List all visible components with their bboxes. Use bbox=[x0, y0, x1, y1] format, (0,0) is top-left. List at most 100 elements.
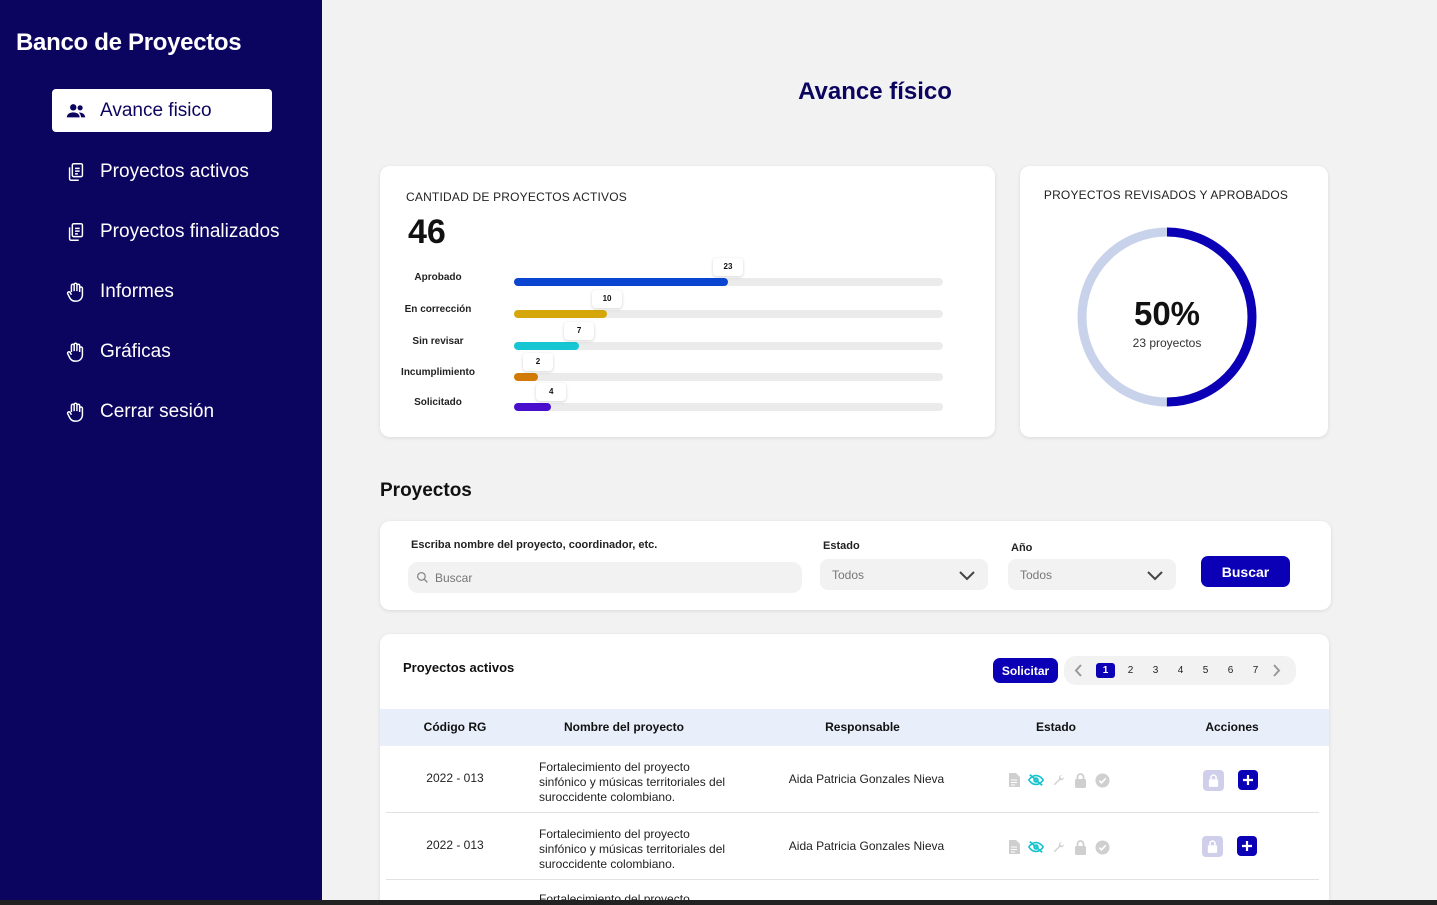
estado-label: Estado bbox=[823, 540, 860, 552]
header-acciones: Acciones bbox=[1205, 720, 1259, 734]
chevron-down-icon bbox=[958, 569, 976, 581]
lock-action-button[interactable] bbox=[1202, 836, 1223, 857]
page-6[interactable]: 6 bbox=[1221, 663, 1240, 678]
projects-table-card: Proyectos activos Solicitar 1 2 3 4 5 6 … bbox=[380, 634, 1329, 905]
bar-track bbox=[515, 342, 943, 350]
pagination: 1 2 3 4 5 6 7 bbox=[1064, 656, 1296, 685]
bar-track bbox=[515, 373, 943, 381]
bar-value-label: 2 bbox=[523, 353, 553, 371]
sidebar-item-informes[interactable]: Informes bbox=[52, 270, 302, 313]
bar-label: En corrección bbox=[404, 304, 472, 315]
bar-label: Solicitado bbox=[414, 397, 462, 408]
active-projects-caption: CANTIDAD DE PROYECTOS ACTIVOS bbox=[406, 190, 627, 204]
search-button[interactable]: Buscar bbox=[1201, 556, 1290, 587]
filters-card: Escriba nombre del proyecto, coordinador… bbox=[380, 521, 1331, 610]
sidebar-item-label: Proyectos activos bbox=[100, 160, 249, 182]
bar-fill bbox=[514, 403, 552, 411]
solicitar-button[interactable]: Solicitar bbox=[993, 658, 1058, 683]
header-responsable: Responsable bbox=[825, 720, 900, 734]
document-icon[interactable] bbox=[1006, 839, 1022, 855]
header-codigo: Código RG bbox=[423, 720, 487, 734]
lock-action-button[interactable] bbox=[1203, 770, 1224, 791]
eye-off-icon[interactable] bbox=[1028, 772, 1044, 788]
row-name: Fortalecimiento del proyecto sinfónico y… bbox=[539, 760, 751, 805]
chevron-right-icon[interactable] bbox=[1269, 661, 1283, 680]
search-input[interactable] bbox=[435, 570, 775, 585]
bar-fill bbox=[514, 373, 538, 381]
sidebar-item-label: Avance fisico bbox=[100, 99, 212, 121]
row-name-line: Fortalecimiento del proyecto bbox=[539, 827, 690, 841]
bar-label: Incumplimiento bbox=[401, 367, 475, 378]
sidebar-item-label: Gráficas bbox=[100, 340, 171, 362]
estado-select[interactable]: Todos bbox=[820, 559, 988, 590]
row-status-icons bbox=[1006, 839, 1110, 855]
search-field[interactable] bbox=[408, 562, 802, 593]
documents-icon bbox=[64, 220, 88, 244]
row-status-icons bbox=[1006, 772, 1110, 788]
add-button[interactable] bbox=[1238, 770, 1258, 790]
wrench-icon[interactable] bbox=[1050, 839, 1066, 855]
wrench-icon[interactable] bbox=[1050, 772, 1066, 788]
row-name-line: sinfónico y músicas territoriales del bbox=[539, 842, 726, 856]
page-5[interactable]: 5 bbox=[1196, 663, 1215, 678]
lock-icon[interactable] bbox=[1072, 839, 1088, 855]
hand-icon bbox=[64, 280, 88, 304]
lock-icon bbox=[1207, 840, 1218, 853]
bar-fill bbox=[514, 310, 608, 318]
table-row: 2022 - 013 Fortalecimiento del proyecto … bbox=[386, 746, 1319, 813]
page-title: Avance físico bbox=[798, 78, 952, 105]
sidebar-item-label: Proyectos finalizados bbox=[100, 220, 280, 242]
search-icon bbox=[416, 571, 429, 584]
bar-fill bbox=[514, 278, 728, 286]
page-7[interactable]: 7 bbox=[1246, 663, 1265, 678]
check-circle-icon[interactable] bbox=[1094, 772, 1110, 788]
window-bottom-edge bbox=[0, 900, 1437, 905]
anio-value: Todos bbox=[1020, 567, 1053, 582]
page-3[interactable]: 3 bbox=[1146, 663, 1165, 678]
lock-icon[interactable] bbox=[1072, 772, 1088, 788]
page-2[interactable]: 2 bbox=[1121, 663, 1140, 678]
bar-fill bbox=[514, 342, 580, 350]
anio-label: Año bbox=[1011, 542, 1033, 554]
add-button[interactable] bbox=[1237, 836, 1257, 856]
plus-icon bbox=[1241, 840, 1253, 852]
table-header: Código RG Nombre del proyecto Responsabl… bbox=[380, 709, 1329, 746]
sidebar-item-proyectos-activos[interactable]: Proyectos activos bbox=[52, 150, 302, 193]
page-4[interactable]: 4 bbox=[1171, 663, 1190, 678]
approved-projects-caption: PROYECTOS REVISADOS Y APROBADOS bbox=[1043, 188, 1289, 202]
page-1[interactable]: 1 bbox=[1096, 663, 1115, 678]
row-responsible: Aida Patricia Gonzales Nieva bbox=[788, 772, 945, 786]
row-name: Fortalecimiento del proyecto sinfónico y… bbox=[539, 827, 751, 872]
lock-icon bbox=[1208, 774, 1219, 787]
bar-value-label: 7 bbox=[564, 322, 595, 340]
header-estado: Estado bbox=[1035, 720, 1076, 734]
plus-icon bbox=[1242, 774, 1254, 786]
users-icon bbox=[64, 99, 88, 123]
chevron-left-icon[interactable] bbox=[1071, 661, 1085, 680]
sidebar-item-cerrar-sesion[interactable]: Cerrar sesión bbox=[52, 390, 302, 433]
row-name-line: Fortalecimiento del proyecto bbox=[539, 760, 690, 774]
anio-select[interactable]: Todos bbox=[1008, 559, 1176, 590]
approved-projects-card: PROYECTOS REVISADOS Y APROBADOS 50% 23 p… bbox=[1020, 166, 1328, 437]
sidebar-item-avance-fisico[interactable]: Avance fisico bbox=[52, 89, 272, 132]
check-circle-icon[interactable] bbox=[1094, 839, 1110, 855]
active-projects-card: CANTIDAD DE PROYECTOS ACTIVOS 46 Aprobad… bbox=[380, 166, 995, 437]
row-responsible: Aida Patricia Gonzales Nieva bbox=[788, 839, 945, 853]
bar-value-label: 23 bbox=[713, 258, 743, 276]
sidebar-item-graficas[interactable]: Gráficas bbox=[52, 330, 302, 373]
table-row: 2022 - 013 Fortalecimiento del proyecto … bbox=[386, 813, 1319, 880]
eye-off-icon[interactable] bbox=[1028, 839, 1044, 855]
document-icon[interactable] bbox=[1006, 772, 1022, 788]
projects-section-title: Proyectos bbox=[380, 480, 472, 501]
sidebar-item-proyectos-finalizados[interactable]: Proyectos finalizados bbox=[52, 210, 302, 253]
header-nombre: Nombre del proyecto bbox=[563, 720, 685, 734]
search-label: Escriba nombre del proyecto, coordinador… bbox=[411, 539, 658, 551]
hand-icon bbox=[64, 340, 88, 364]
brand-title: Banco de Proyectos bbox=[16, 29, 242, 56]
bar-label: Aprobado bbox=[414, 272, 462, 283]
hand-icon bbox=[64, 400, 88, 424]
chevron-down-icon bbox=[1146, 569, 1164, 581]
sidebar-item-label: Cerrar sesión bbox=[100, 400, 215, 422]
sidebar: Banco de Proyectos Avance fisico Proyect… bbox=[0, 0, 322, 905]
donut-percent: 50% bbox=[1133, 295, 1201, 332]
